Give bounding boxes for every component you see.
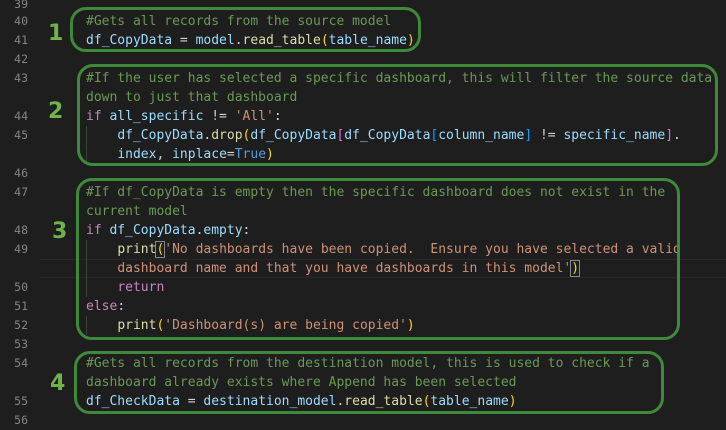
- line-number: 54: [14, 356, 28, 370]
- annotation-box-2: [77, 64, 718, 166]
- annotation-number-3: 3: [52, 219, 68, 244]
- line-number: 48: [14, 223, 28, 237]
- line-number: 43: [14, 71, 28, 85]
- line-number: 41: [14, 33, 28, 47]
- line-number: 53: [14, 337, 28, 351]
- annotation-box-3: [76, 178, 680, 340]
- line-number: 56: [14, 413, 28, 427]
- annotation-number-4: 4: [50, 371, 66, 396]
- line-number: 42: [14, 52, 28, 66]
- line-number: 47: [14, 185, 28, 199]
- line-number: 44: [14, 109, 28, 123]
- line-number: 52: [14, 318, 28, 332]
- code-editor[interactable]: 39 40 41 42 43 44 45 46 47 48 49 50 51 5…: [0, 0, 726, 427]
- line-number-gutter: 39 40 41 42 43 44 45 46 47 48 49 50 51 5…: [0, 0, 40, 427]
- line-number: 45: [14, 128, 28, 142]
- line-number: 55: [14, 394, 28, 408]
- line-number: 49: [14, 242, 28, 256]
- line-number: 40: [14, 14, 28, 28]
- annotation-box-4: [74, 351, 664, 414]
- annotation-number-1: 1: [48, 21, 64, 46]
- line-number: 46: [14, 166, 28, 180]
- annotation-box-1: [70, 7, 421, 52]
- line-number: 51: [14, 299, 28, 313]
- annotation-number-2: 2: [48, 99, 64, 124]
- line-number: 50: [14, 280, 28, 294]
